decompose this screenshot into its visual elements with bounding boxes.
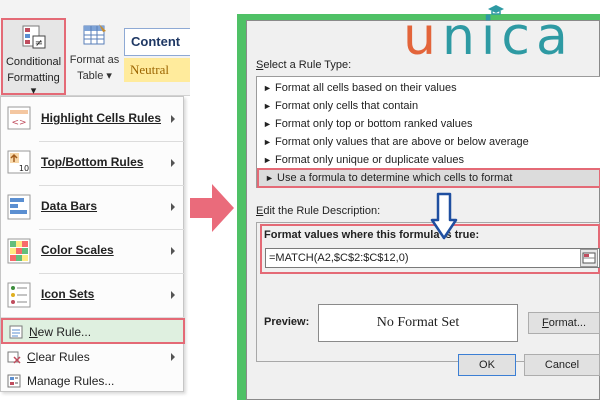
submenu-arrow-icon [171,159,175,167]
select-rule-type-label: Select a Rule Type: [256,59,352,71]
menu-item-label: New Rule... [29,325,92,339]
conditional-formatting-menu: <> Highlight Cells Rules 10 Top/Bottom R… [0,96,185,393]
edit-rule-description-label: Edit the Rule Description: [256,205,381,217]
rule-bullet-icon: ► [263,137,272,147]
rule-type-item[interactable]: ► Format only cells that contain [257,97,600,115]
menu-item-new-rule[interactable]: New Rule... [1,318,185,344]
menu-item-icon-sets[interactable]: Icon Sets [1,273,185,317]
rule-type-item[interactable]: ► Format only top or bottom ranked values [257,115,600,133]
rule-type-item[interactable]: ► Format only values that are above or be… [257,133,600,151]
rule-bullet-icon: ► [263,101,272,111]
menu-item-label: Icon Sets [41,287,95,301]
rule-bullet-icon: ► [265,173,274,183]
submenu-arrow-icon [171,291,175,299]
submenu-arrow-icon [171,203,175,211]
rule-bullet-icon: ► [263,155,272,165]
manage-rules-icon [7,374,21,388]
formula-input[interactable]: =MATCH(A2,$C$2:$C$12,0) [265,248,600,268]
format-as-table-label-2: Table ▾ [77,70,112,82]
cancel-button[interactable]: Cancel [524,354,600,376]
rule-type-item[interactable]: ► Format only unique or duplicate values [257,151,600,169]
collapse-dialog-button[interactable] [580,249,598,267]
svg-text:<>: <> [11,118,26,128]
new-rule-icon [9,325,23,339]
preview-box: No Format Set [318,304,518,342]
top-bottom-icon: 10 [7,150,31,174]
style-neutral-swatch[interactable]: Neutral [124,58,190,82]
menu-item-manage-rules[interactable]: Manage Rules... [1,369,185,393]
unica-logo: unica [395,4,600,74]
menu-item-label: Highlight Cells Rules [41,111,162,125]
excel-ribbon-panel: ≠ Conditional Formatting ▾ Format as Tab… [0,0,190,400]
rule-type-list: ► Format all cells based on their values … [256,76,600,188]
conditional-formatting-icon: ≠ [22,25,45,49]
menu-item-label: Manage Rules... [27,374,115,388]
menu-item-highlight-cells-rules[interactable]: <> Highlight Cells Rules [1,97,185,141]
svg-text:≠: ≠ [34,38,42,49]
rule-type-item-selected[interactable]: ► Use a formula to determine which cells … [257,168,600,188]
submenu-arrow-icon [171,353,175,361]
format-as-table-label-1: Format as [69,54,120,66]
menu-item-data-bars[interactable]: Data Bars [1,185,185,229]
format-as-table-button[interactable]: Format as Table ▾ [67,18,122,95]
range-selector-icon [582,252,596,264]
conditional-formatting-label-1: Conditional [5,56,62,68]
color-scales-icon [7,238,31,264]
ribbon-styles-group: ≠ Conditional Formatting ▾ Format as Tab… [0,0,190,97]
svg-text:10: 10 [19,164,29,173]
rule-type-item[interactable]: ► Format all cells based on their values [257,79,600,97]
menu-item-top-bottom-rules[interactable]: 10 Top/Bottom Rules [1,141,185,185]
menu-item-label: Data Bars [41,199,98,213]
conditional-formatting-button[interactable]: ≠ Conditional Formatting ▾ [1,18,66,97]
preview-label: Preview: [264,316,310,328]
rule-bullet-icon: ► [263,83,272,93]
menu-item-label: Top/Bottom Rules [41,155,144,169]
submenu-arrow-icon [171,247,175,255]
format-as-table-icon [83,24,106,45]
right-arrow-icon [190,184,234,232]
style-content-swatch[interactable]: Content [124,28,190,56]
clear-rules-icon [7,351,21,364]
highlight-cells-icon: <> [7,106,31,130]
format-button[interactable]: Format... [528,312,600,334]
data-bars-icon [7,194,31,220]
graduation-cap-icon [488,5,504,15]
icon-sets-icon [7,282,31,308]
cell-styles-gallery: Content Neutral [124,28,190,96]
menu-item-label: Clear Rules [27,350,90,364]
down-arrow-icon [430,192,458,240]
conditional-formatting-label-2: Formatting ▾ [7,72,60,97]
rule-bullet-icon: ► [263,119,272,129]
menu-item-label: Color Scales [41,243,114,257]
menu-item-clear-rules[interactable]: Clear Rules [1,345,185,369]
submenu-arrow-icon [171,115,175,123]
ok-button[interactable]: OK [458,354,516,376]
menu-item-color-scales[interactable]: Color Scales [1,229,185,273]
